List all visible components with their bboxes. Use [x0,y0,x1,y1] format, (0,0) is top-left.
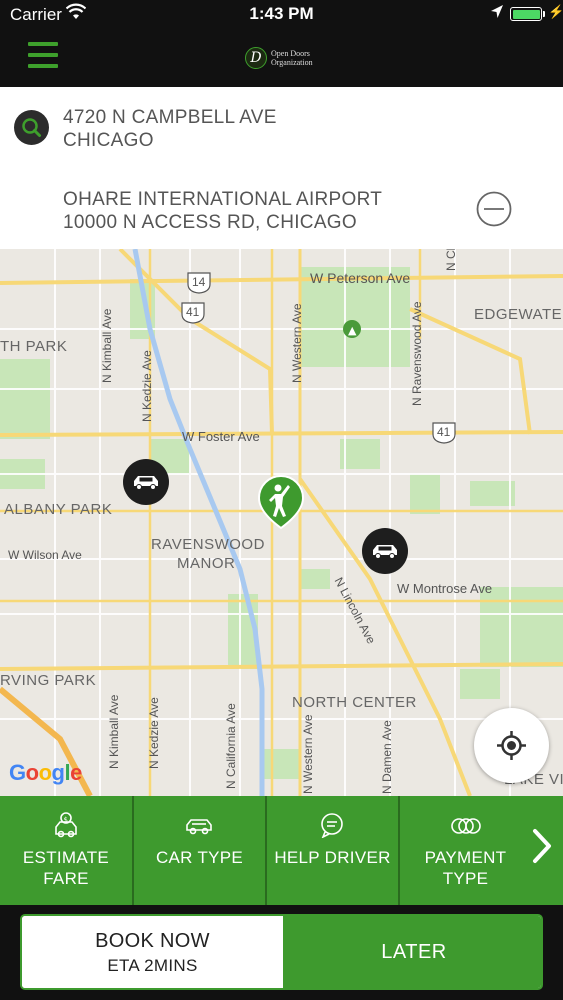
car-type-label-1: CAR TYPE [155,848,244,867]
map-label-peterson: W Peterson Ave [310,270,411,286]
map-label-western-bottom: N Western Ave [301,714,315,794]
map-label-kimball-top: N Kimball Ave [100,308,114,383]
app-screen: Carrier 1:43 PM ⚡ D Open Doors Organizat… [0,0,563,1000]
help-driver-label-1: HELP DRIVER [274,848,391,867]
book-now-label: BOOK NOW [95,930,210,952]
map-label-irving-park: RVING PARK [0,672,97,689]
crosshair-icon [497,731,526,760]
google-attribution: Google [9,760,82,785]
pickup-line2: CHICAGO [63,130,154,151]
map-label-damen: N Damen Ave [380,720,394,794]
action-bar: $ ESTIMATE FARE CAR TYPE HELP DRIVER PAY… [0,796,563,905]
map-label-ravenswood-ave: N Ravenswood Ave [410,301,424,406]
nearby-car-icon[interactable] [362,528,408,574]
pickup-address-field[interactable]: 4720 N CAMPBELL AVE CHICAGO [0,87,563,169]
book-later-button[interactable]: LATER [283,916,541,988]
map-label-north-center: NORTH CENTER [292,694,417,711]
location-arrow-icon [491,5,503,18]
map-label-foster: W Foster Ave [182,429,260,444]
logo-line2: Organization [271,58,313,67]
payment-type-label-1: PAYMENT [424,848,507,867]
payment-type-label: PAYMENT TYPE [400,847,531,889]
map-label-albany-park: ALBANY PARK [4,501,113,518]
car-type-button[interactable]: CAR TYPE [134,796,265,905]
app-logo: D Open Doors Organization [245,44,313,72]
battery-icon [510,7,542,21]
route-41-label: 41 [437,425,451,439]
status-bar: Carrier 1:43 PM ⚡ [0,0,563,30]
map-label-kedzie-top: N Kedzie Ave [140,350,154,422]
estimate-fare-label-1: ESTIMATE [22,848,110,867]
logo-text: Open Doors Organization [271,49,313,67]
map-label-th-park: TH PARK [0,338,68,355]
map-label-montrose: W Montrose Ave [397,581,493,596]
chevron-right-icon[interactable] [527,826,557,866]
svg-text:$: $ [64,816,68,824]
search-icon[interactable] [14,110,49,145]
map-label-kimball-bottom: N Kimball Ave [107,694,121,769]
map-label-ravenswood-manor-1: RAVENSWOOD [151,536,265,553]
booking-toggle: BOOK NOW ETA 2MINS LATER [20,914,543,990]
book-now-button[interactable]: BOOK NOW ETA 2MINS [22,916,283,988]
estimate-fare-icon: $ [55,812,77,838]
battery-cap [543,11,545,17]
map-label-edgewater: EDGEWATER [474,306,563,323]
map-label-kedzie-bottom: N Kedzie Ave [147,697,161,769]
menu-icon[interactable] [28,42,60,70]
help-driver-label: HELP DRIVER [267,847,398,868]
charging-icon: ⚡ [548,4,563,19]
map-label-ravenswood-manor-2: MANOR [177,555,236,572]
estimate-fare-label: ESTIMATE FARE [0,847,132,889]
route-41-label: 41 [186,305,200,319]
nearby-car-icon[interactable] [123,459,169,505]
map-label-wilson: W Wilson Ave [8,548,82,562]
help-driver-icon [321,813,343,838]
logo-line1: Open Doors [271,49,310,58]
payment-type-label-2: TYPE [442,869,489,888]
route-14-label: 14 [192,275,206,289]
my-location-button[interactable] [474,708,549,783]
payment-type-icon [451,818,481,834]
map-label-western-top: N Western Ave [290,303,304,383]
svg-text:▲: ▲ [348,324,357,337]
car-type-icon [186,819,212,835]
top-bar: Carrier 1:43 PM ⚡ D Open Doors Organizat… [0,0,563,87]
pickup-pin-icon[interactable] [257,474,305,530]
remove-destination-icon[interactable] [476,191,512,227]
car-type-label: CAR TYPE [134,847,265,868]
eta-label: ETA 2MINS [107,956,198,975]
payment-type-button[interactable]: PAYMENT TYPE [400,796,531,905]
clock: 1:43 PM [249,4,314,23]
destination-line1: OHARE INTERNATIONAL AIRPORT [63,189,383,210]
map-label-clark: N Cl [444,249,458,271]
help-driver-button[interactable]: HELP DRIVER [267,796,398,905]
destination-line2: 10000 N ACCESS RD, CHICAGO [63,212,357,233]
logo-mark: D [245,47,267,69]
estimate-fare-label-2: FARE [43,869,89,888]
estimate-fare-button[interactable]: $ ESTIMATE FARE [0,796,132,905]
map-label-california: N California Ave [224,703,238,789]
pickup-line1: 4720 N CAMPBELL AVE [63,107,277,128]
